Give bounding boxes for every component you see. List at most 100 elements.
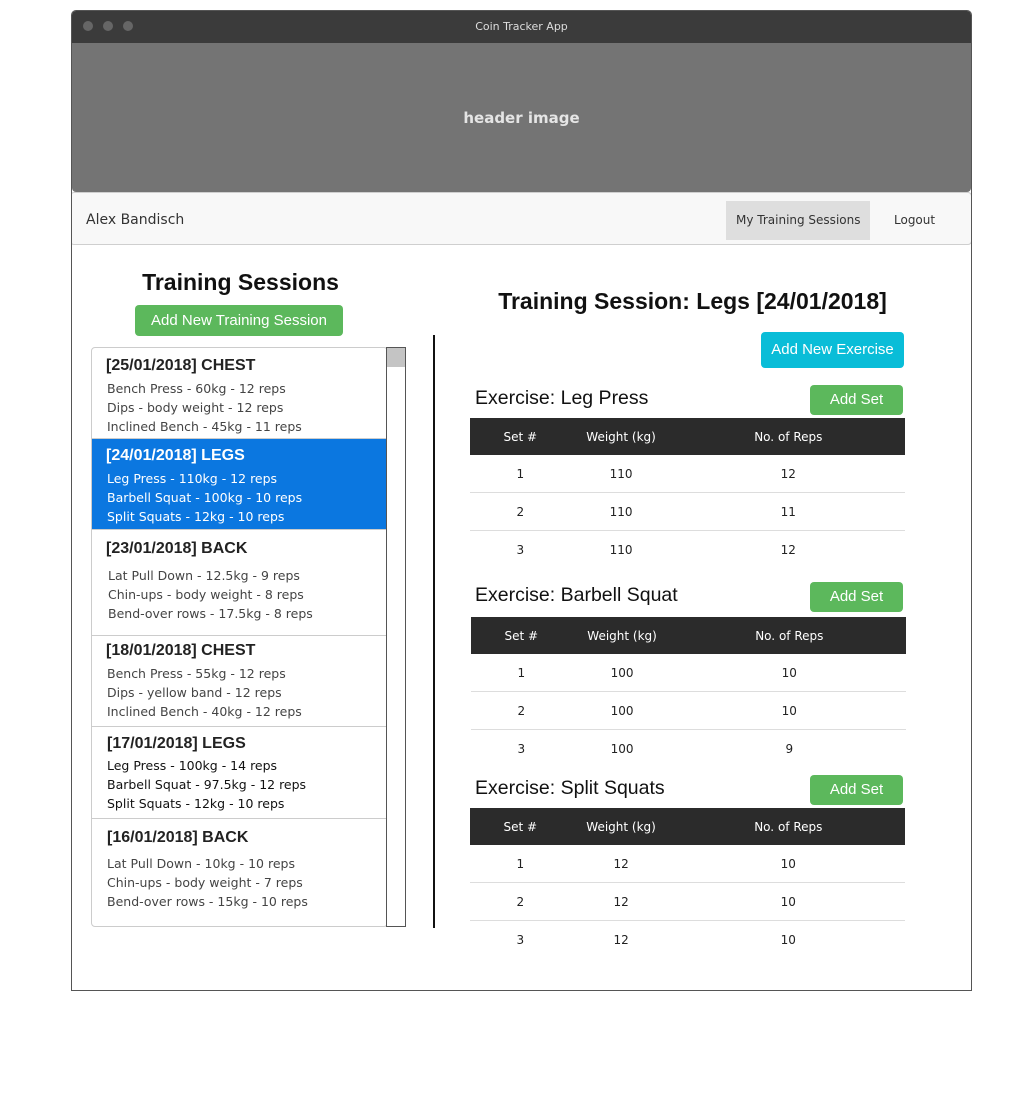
set-weight: 100 [571, 654, 673, 692]
set-number: 2 [470, 492, 571, 531]
set-number: 2 [470, 882, 571, 921]
set-weight: 110 [570, 492, 672, 531]
set-reps: 10 [672, 691, 906, 730]
session-exercise: Leg Press - 100kg - 14 reps [107, 758, 278, 773]
set-number: 1 [471, 654, 572, 692]
column-header: Weight (kg) [570, 418, 672, 455]
set-weight: 12 [570, 845, 672, 883]
set-reps: 12 [671, 455, 905, 493]
table-row: 2 12 10 [470, 882, 905, 921]
sessions-scrollbar[interactable] [386, 347, 406, 927]
sets-table: Set # Weight (kg) No. of Reps 1 100 10 2… [471, 617, 906, 767]
table-row: 2 100 10 [471, 691, 906, 730]
session-item[interactable]: [25/01/2018] CHEST Bench Press - 60kg - … [92, 348, 386, 439]
set-reps: 12 [780, 542, 796, 557]
session-exercise: Inclined Bench - 45kg - 11 reps [107, 419, 302, 434]
session-exercise: Leg Press - 110kg - 12 reps [107, 471, 278, 486]
set-reps: 10 [671, 845, 905, 883]
header-image-label: header image [463, 109, 580, 127]
set-reps: 10 [780, 932, 796, 947]
set-number: 2 [471, 691, 572, 730]
session-item-selected[interactable]: [24/01/2018] LEGS Leg Press - 110kg - 12… [92, 439, 386, 530]
nav-my-training-sessions[interactable]: My Training Sessions [726, 201, 871, 240]
column-header: Weight (kg) [570, 808, 672, 845]
set-number: 1 [470, 845, 571, 883]
set-number: 3 [516, 932, 525, 947]
column-header: No. of Reps [671, 418, 905, 455]
column-header: No. of Reps [671, 808, 905, 845]
session-title: [16/01/2018] BACK [107, 829, 249, 846]
app-window: Coin Tracker App header image Alex Bandi… [71, 10, 972, 991]
table-row: 1 12 10 [470, 845, 905, 883]
column-header: Set # [471, 617, 572, 654]
set-weight: 110 [609, 542, 633, 557]
exercise-title: Exercise: Barbell Squat [475, 584, 678, 606]
set-reps: 10 [671, 882, 905, 921]
session-title: [18/01/2018] CHEST [106, 642, 256, 659]
session-detail-title: Training Session: Legs [24/01/2018] [498, 288, 887, 314]
session-exercise: Barbell Squat - 100kg - 10 reps [107, 490, 303, 505]
add-set-button[interactable]: Add Set [810, 385, 903, 415]
session-title: [25/01/2018] CHEST [106, 357, 256, 374]
session-exercise: Barbell Squat - 97.5kg - 12 reps [107, 777, 307, 792]
session-exercise: Lat Pull Down - 10kg - 10 reps [107, 856, 295, 871]
set-reps: 10 [672, 654, 906, 692]
add-new-exercise-button[interactable]: Add New Exercise [761, 332, 904, 368]
window-title: Coin Tracker App [475, 20, 568, 33]
table-row: 3 12 10 [470, 921, 905, 959]
column-header: Set # [470, 808, 571, 845]
session-exercise: Bench Press - 60kg - 12 reps [107, 381, 286, 396]
set-weight: 100 [610, 741, 634, 756]
column-header: No. of Reps [672, 617, 906, 654]
set-weight: 12 [570, 882, 672, 921]
session-item[interactable]: [16/01/2018] BACK Lat Pull Down - 10kg -… [92, 819, 386, 925]
add-set-button[interactable]: Add Set [810, 775, 903, 805]
set-weight: 12 [613, 932, 629, 947]
session-exercise: Split Squats - 12kg - 10 reps [107, 796, 285, 811]
set-weight: 110 [570, 455, 672, 493]
session-exercise: Dips - body weight - 12 reps [107, 400, 284, 415]
table-row: 2 110 11 [470, 492, 905, 531]
panel-divider [433, 335, 435, 928]
session-exercise: Chin-ups - body weight - 7 reps [107, 875, 303, 890]
session-exercise: Bend-over rows - 15kg - 10 reps [107, 894, 308, 909]
session-title: [17/01/2018] LEGS [107, 735, 246, 752]
column-header: Weight (kg) [571, 617, 673, 654]
scrollbar-thumb[interactable] [387, 348, 405, 367]
session-exercise: Dips - yellow band - 12 reps [107, 685, 282, 700]
training-sessions-title: Training Sessions [142, 269, 339, 295]
set-number: 3 [516, 542, 525, 557]
set-number: 1 [470, 455, 571, 493]
header-image: header image [72, 43, 971, 192]
set-reps: 9 [785, 741, 794, 756]
table-row: 1 100 10 [471, 654, 906, 692]
add-set-button[interactable]: Add Set [810, 582, 903, 612]
set-reps: 11 [671, 492, 905, 531]
session-item[interactable]: [23/01/2018] BACK Lat Pull Down - 12.5kg… [92, 530, 386, 636]
title-bar: Coin Tracker App [72, 11, 971, 43]
exercise-title: Exercise: Split Squats [475, 777, 665, 799]
sets-table: Set # Weight (kg) No. of Reps 1 12 10 2 … [470, 808, 905, 958]
nav-logout[interactable]: Logout [884, 201, 945, 240]
session-exercise: Split Squats - 12kg - 10 reps [107, 509, 285, 524]
session-item[interactable]: [18/01/2018] CHEST Bench Press - 55kg - … [92, 636, 386, 727]
session-item[interactable]: [17/01/2018] LEGS Leg Press - 100kg - 14… [92, 727, 386, 819]
table-row: 3 110 12 [470, 531, 905, 569]
table-row: 3 100 9 [471, 730, 906, 768]
column-header: Set # [470, 418, 571, 455]
add-training-session-button[interactable]: Add New Training Session [135, 305, 343, 336]
sessions-list: [25/01/2018] CHEST Bench Press - 60kg - … [91, 347, 388, 927]
session-exercise: Inclined Bench - 40kg - 12 reps [107, 704, 302, 719]
set-weight: 100 [571, 691, 673, 730]
session-exercise: Bend-over rows - 17.5kg - 8 reps [108, 606, 313, 621]
session-title: [23/01/2018] BACK [106, 540, 248, 557]
set-number: 3 [517, 741, 526, 756]
table-row: 1 110 12 [470, 455, 905, 493]
user-name: Alex Bandisch [86, 212, 185, 228]
session-exercise: Bench Press - 55kg - 12 reps [107, 666, 286, 681]
session-title: [24/01/2018] LEGS [106, 447, 245, 464]
session-exercise: Chin-ups - body weight - 8 reps [108, 587, 304, 602]
sets-table: Set # Weight (kg) No. of Reps 1 110 12 2… [470, 418, 905, 568]
exercise-title: Exercise: Leg Press [475, 387, 649, 409]
session-exercise: Lat Pull Down - 12.5kg - 9 reps [108, 568, 300, 583]
